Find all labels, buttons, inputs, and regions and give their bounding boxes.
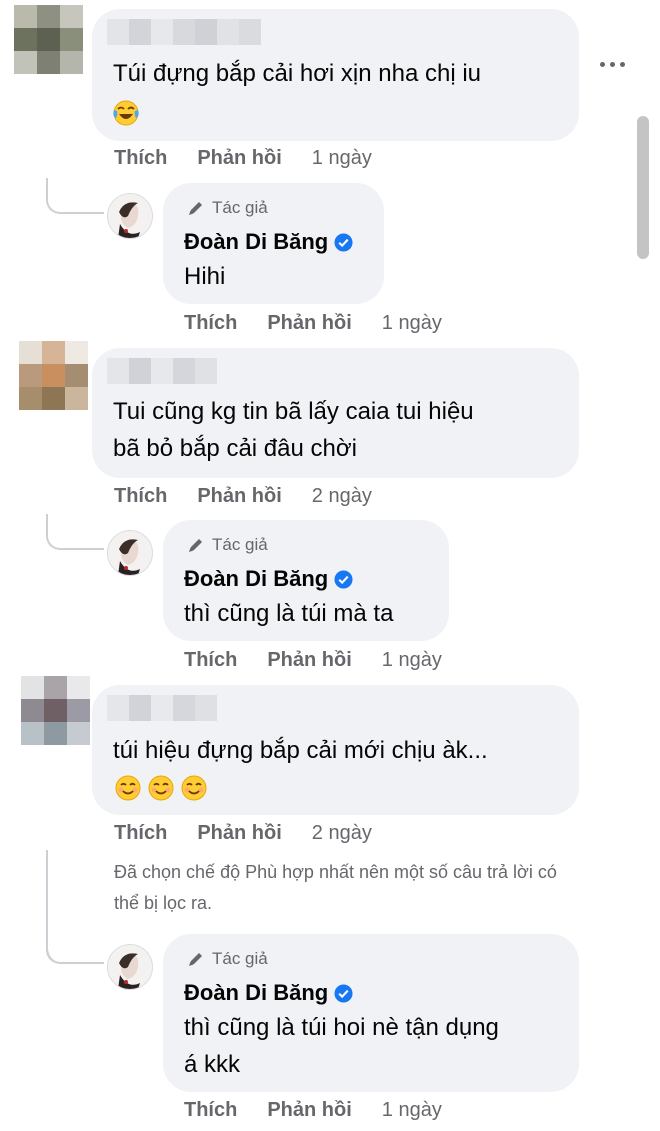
comment-text: Túi đựng bắp cải hơi xịn nha chị iu <box>113 60 482 87</box>
author-photo-icon <box>108 531 152 575</box>
author-name-text[interactable]: Đoàn Di Băng <box>184 229 328 255</box>
like-button[interactable]: Thích <box>114 822 167 845</box>
comment-timestamp[interactable]: 2 ngày <box>312 485 372 508</box>
author-avatar[interactable] <box>107 944 153 990</box>
commenter-avatar[interactable] <box>19 341 88 410</box>
author-reply-bubble: Tác giả Đoàn Di Băng thì cũng là túi mà … <box>163 520 449 641</box>
comment-text: bã bỏ bắp cải đâu chời <box>113 435 357 462</box>
filter-notice-line: Đã chọn chế độ Phù hợp nhất nên một số c… <box>114 862 557 882</box>
author-photo-icon <box>108 194 152 238</box>
filter-notice-line: thể bị lọc ra. <box>114 893 213 913</box>
like-button[interactable]: Thích <box>184 312 237 335</box>
smiling-face-icon <box>115 775 141 801</box>
commenter-name-blurred[interactable] <box>107 695 217 721</box>
reply-thread-line <box>46 850 104 962</box>
reply-button[interactable]: Phản hồi <box>267 1099 351 1122</box>
comment-bubble: Túi đựng bắp cải hơi xịn nha chị iu <box>92 9 579 141</box>
comment-actions: Thích Phản hồi 1 ngày <box>114 147 372 170</box>
pen-icon <box>189 953 202 966</box>
author-badge: Tác giả <box>186 198 268 218</box>
reply-timestamp[interactable]: 1 ngày <box>382 649 442 672</box>
comment-text: túi hiệu đựng bắp cải mới chịu àk... <box>113 737 488 764</box>
like-button[interactable]: Thích <box>114 485 167 508</box>
like-button[interactable]: Thích <box>114 147 167 170</box>
reply-thread-line <box>46 178 104 214</box>
reply-actions: Thích Phản hồi 1 ngày <box>184 312 442 335</box>
comment-text: Tui cũng kg tin bã lấy caia tui hiệu <box>113 398 474 425</box>
comment-actions: Thích Phản hồi 2 ngày <box>114 822 372 845</box>
comment-emoji-row <box>115 775 214 801</box>
author-badge-label: Tác giả <box>212 198 268 217</box>
author-avatar[interactable] <box>107 193 153 239</box>
author-name[interactable]: Đoàn Di Băng <box>184 566 353 592</box>
comment-bubble: Tui cũng kg tin bã lấy caia tui hiệu bã … <box>92 348 579 478</box>
comment-timestamp[interactable]: 1 ngày <box>312 147 372 170</box>
reply-actions: Thích Phản hồi 1 ngày <box>184 649 442 672</box>
pen-icon <box>189 539 202 552</box>
reply-text: Hihi <box>184 263 226 290</box>
reply-button[interactable]: Phản hồi <box>267 649 351 672</box>
like-button[interactable]: Thích <box>184 1099 237 1122</box>
reply-text: á kkk <box>184 1051 241 1078</box>
author-reply-bubble: Tác giả Đoàn Di Băng Hihi <box>163 183 384 304</box>
reply-button[interactable]: Phản hồi <box>267 312 351 335</box>
reply-button[interactable]: Phản hồi <box>197 822 281 845</box>
reply-timestamp[interactable]: 1 ngày <box>382 312 442 335</box>
author-name[interactable]: Đoàn Di Băng <box>184 229 353 255</box>
author-badge-label: Tác giả <box>212 535 268 554</box>
author-badge: Tác giả <box>186 535 268 555</box>
like-button[interactable]: Thích <box>184 649 237 672</box>
author-badge: Tác giả <box>186 949 268 969</box>
commenter-name-blurred[interactable] <box>107 19 261 45</box>
reply-button[interactable]: Phản hồi <box>197 485 281 508</box>
author-photo-icon <box>108 945 152 989</box>
author-name-text[interactable]: Đoàn Di Băng <box>184 566 328 592</box>
smiling-face-icon <box>181 775 207 801</box>
reply-button[interactable]: Phản hồi <box>197 147 281 170</box>
commenter-avatar[interactable] <box>21 676 90 745</box>
comment-emoji-row <box>113 100 146 126</box>
verified-badge-icon <box>334 983 353 1003</box>
filter-notice: Đã chọn chế độ Phù hợp nhất nên một số c… <box>114 858 654 917</box>
reply-text: thì cũng là túi hoi nè tận dụng <box>184 1014 499 1041</box>
reply-thread-line <box>46 514 104 550</box>
author-reply-bubble: Tác giả Đoàn Di Băng thì cũng là túi hoi… <box>163 934 579 1092</box>
pen-icon <box>189 202 202 215</box>
vertical-scrollbar-thumb[interactable] <box>637 116 649 259</box>
reply-actions: Thích Phản hồi 1 ngày <box>184 1099 442 1122</box>
author-name[interactable]: Đoàn Di Băng <box>184 980 353 1006</box>
reply-thread-line <box>46 948 104 964</box>
more-options-button[interactable] <box>600 62 625 67</box>
reply-timestamp[interactable]: 1 ngày <box>382 1099 442 1122</box>
smiling-face-icon <box>148 775 174 801</box>
author-avatar[interactable] <box>107 530 153 576</box>
verified-badge-icon <box>334 569 353 589</box>
comment-bubble: túi hiệu đựng bắp cải mới chịu àk... <box>92 685 579 815</box>
author-badge-label: Tác giả <box>212 949 268 968</box>
verified-badge-icon <box>334 232 353 252</box>
commenter-name-blurred[interactable] <box>107 358 217 384</box>
author-name-text[interactable]: Đoàn Di Băng <box>184 980 328 1006</box>
reply-text: thì cũng là túi mà ta <box>184 600 394 627</box>
comment-actions: Thích Phản hồi 2 ngày <box>114 485 372 508</box>
commenter-avatar[interactable] <box>14 5 83 74</box>
face-with-tears-of-joy-icon <box>113 100 139 126</box>
comment-timestamp[interactable]: 2 ngày <box>312 822 372 845</box>
